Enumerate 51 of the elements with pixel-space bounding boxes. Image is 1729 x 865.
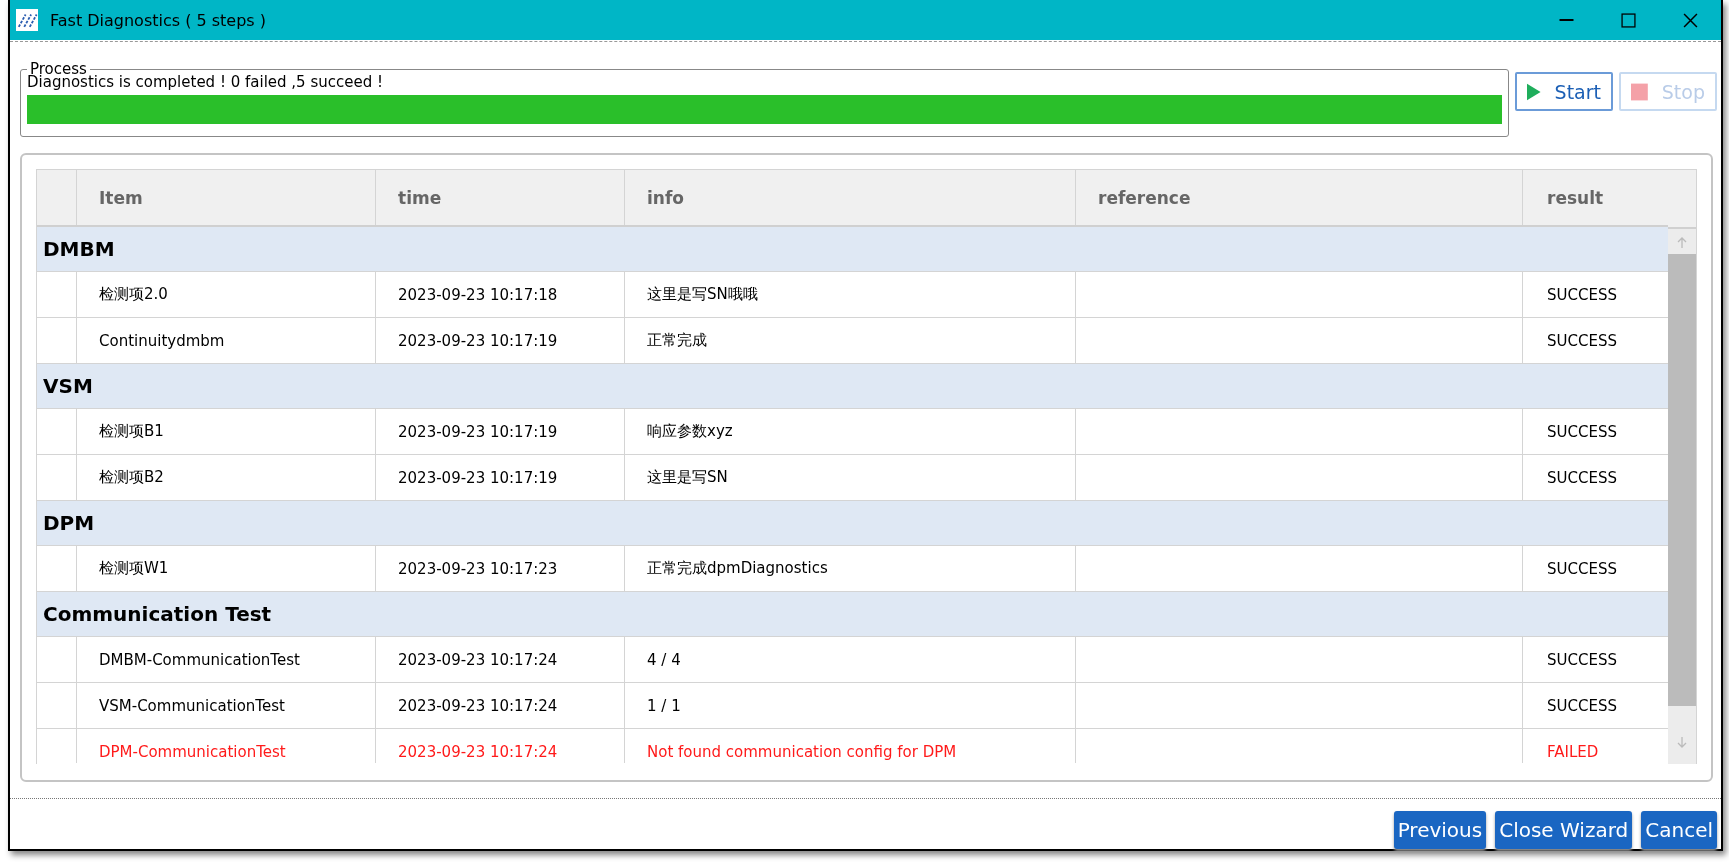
group-header: VSM <box>37 364 1668 409</box>
wizard-button[interactable]: Cancel <box>1641 811 1717 849</box>
status-message: Diagnostics is completed ! 0 failed ,5 succeed ! <box>27 74 384 91</box>
maximize-icon <box>1620 12 1636 28</box>
table-cell: DMBM-CommunicationTest <box>77 637 376 682</box>
app-logo-icon <box>16 9 38 31</box>
table-cell: 2023-09-23 10:17:19 <box>376 455 625 500</box>
table-cell-text: SUCCESS <box>1546 330 1618 352</box>
table-cell: 这里是写SN哦哦 <box>625 272 1076 317</box>
table-cell: 检测项2.0 <box>77 272 376 317</box>
table-cell-text: SUCCESS <box>1546 421 1618 443</box>
table-cell: 正常完成dpmDiagnostics <box>625 546 1076 591</box>
table-cell-text: SUCCESS <box>1546 558 1618 580</box>
table-cell: VSM-CommunicationTest <box>77 683 376 728</box>
table-cell: 2023-09-23 10:17:24 <box>376 729 625 763</box>
start-button[interactable]: Start <box>1515 72 1613 111</box>
table-cell: 2023-09-23 10:17:23 <box>376 546 625 591</box>
table-cell-text: SUCCESS <box>1546 284 1618 306</box>
group-header: DMBM <box>37 227 1668 272</box>
table-cell: 正常完成 <box>625 318 1076 363</box>
table-cell-text: FAILED <box>1546 741 1600 763</box>
wizard-button[interactable]: Close Wizard <box>1495 811 1633 849</box>
table-cell: 2023-09-23 10:17:19 <box>376 318 625 363</box>
table-cell: 4 / 4 <box>625 637 1076 682</box>
table-cell: 2023-09-23 10:17:24 <box>376 637 625 682</box>
table-cell: 2023-09-23 10:17:19 <box>376 409 625 454</box>
table-cell: DPM-CommunicationTest <box>77 729 376 763</box>
column-header[interactable]: info <box>625 170 1076 225</box>
window-title: Fast Diagnostics ( 5 steps ) <box>50 10 267 30</box>
table-cell: 检测项B1 <box>77 409 376 454</box>
wizard-button[interactable]: Previous <box>1393 811 1487 849</box>
table-cell: 检测项W1 <box>77 546 376 591</box>
column-header[interactable]: time <box>376 170 625 225</box>
table-cell-text: SUCCESS <box>1546 649 1618 671</box>
column-header[interactable]: result <box>1523 170 1668 225</box>
table-cell: 2023-09-23 10:17:24 <box>376 683 625 728</box>
minimize-icon <box>1558 19 1574 21</box>
table-cell: 1 / 1 <box>625 683 1076 728</box>
table-cell: Continuitydmbm <box>77 318 376 363</box>
table-cell-text: SUCCESS <box>1546 467 1618 489</box>
close-icon <box>1682 12 1698 28</box>
table-cell: 检测项B2 <box>77 455 376 500</box>
table-cell: Not found communication config for DPM <box>625 729 1076 763</box>
group-header: DPM <box>37 501 1668 546</box>
column-header[interactable]: Item <box>77 170 376 225</box>
table-cell: 这里是写SN <box>625 455 1076 500</box>
table-cell: 响应参数xyz <box>625 409 1076 454</box>
table-cell: 2023-09-23 10:17:18 <box>376 272 625 317</box>
table-cell-text: SUCCESS <box>1546 695 1618 717</box>
column-header[interactable]: reference <box>1076 170 1523 225</box>
group-header: Communication Test <box>37 592 1668 637</box>
